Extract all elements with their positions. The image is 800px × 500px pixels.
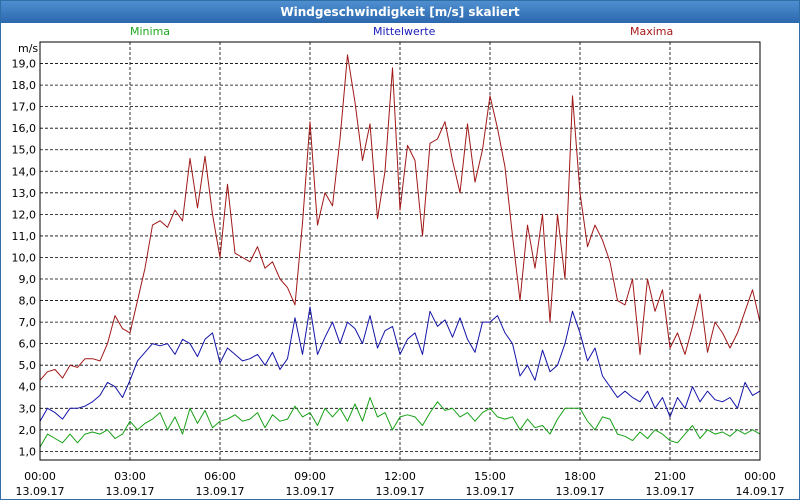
y-tick-label: 16,0 <box>12 122 37 135</box>
x-tick-time: 09:00 <box>294 470 326 483</box>
x-tick-date: 13.09.17 <box>376 485 425 498</box>
x-tick-date: 13.09.17 <box>646 485 695 498</box>
y-tick-label: 7,0 <box>19 316 37 329</box>
x-tick-date: 13.09.17 <box>556 485 605 498</box>
x-tick-time: 03:00 <box>114 470 146 483</box>
y-tick-label: 18,0 <box>12 79 37 92</box>
x-tick-date: 13.09.17 <box>196 485 245 498</box>
y-axis-label: m/s <box>18 42 38 55</box>
y-tick-label: 6,0 <box>19 338 37 351</box>
y-tick-label: 17,0 <box>12 101 37 114</box>
x-tick-time: 00:00 <box>744 470 776 483</box>
x-tick-time: 21:00 <box>654 470 686 483</box>
y-tick-label: 5,0 <box>19 359 37 372</box>
x-tick-date: 13.09.17 <box>106 485 155 498</box>
x-tick-date: 14.09.17 <box>736 485 785 498</box>
y-tick-label: 8,0 <box>19 295 37 308</box>
x-tick-time: 00:00 <box>24 470 56 483</box>
x-tick-labels: 00:00 13.09.17 03:00 13.09.17 06:00 13.09.17 0… <box>16 470 785 498</box>
y-tick-label: 14,0 <box>12 165 37 178</box>
y-tick-label: 1,0 <box>19 445 37 458</box>
y-tick-label: 4,0 <box>19 381 37 394</box>
x-tick-time: 12:00 <box>384 470 416 483</box>
y-tick-label: 3,0 <box>19 402 37 415</box>
y-tick-label: 19,0 <box>12 58 37 71</box>
y-tick-label: 15,0 <box>12 144 37 157</box>
y-tick-label: 12,0 <box>12 208 37 221</box>
y-tick-label: 10,0 <box>12 251 37 264</box>
x-tick-date: 13.09.17 <box>16 485 65 498</box>
x-tick-time: 15:00 <box>474 470 506 483</box>
x-tick-time: 06:00 <box>204 470 236 483</box>
y-tick-labels: 1,0 2,0 3,0 4,0 5,0 6,0 7,0 8,0 9,0 10,0 11,0 12,0 1… <box>12 58 37 459</box>
y-tick-label: 13,0 <box>12 187 37 200</box>
line-chart: 1,0 2,0 3,0 4,0 5,0 6,0 7,0 8,0 9,0 10,0 11,0 12,0 1… <box>12 41 785 498</box>
y-tick-label: 2,0 <box>19 424 37 437</box>
x-tick-date: 13.09.17 <box>466 485 515 498</box>
x-tick-time: 18:00 <box>564 470 596 483</box>
y-tick-label: 11,0 <box>12 230 37 243</box>
y-tick-label: 9,0 <box>19 273 37 286</box>
x-tick-date: 13.09.17 <box>286 485 335 498</box>
